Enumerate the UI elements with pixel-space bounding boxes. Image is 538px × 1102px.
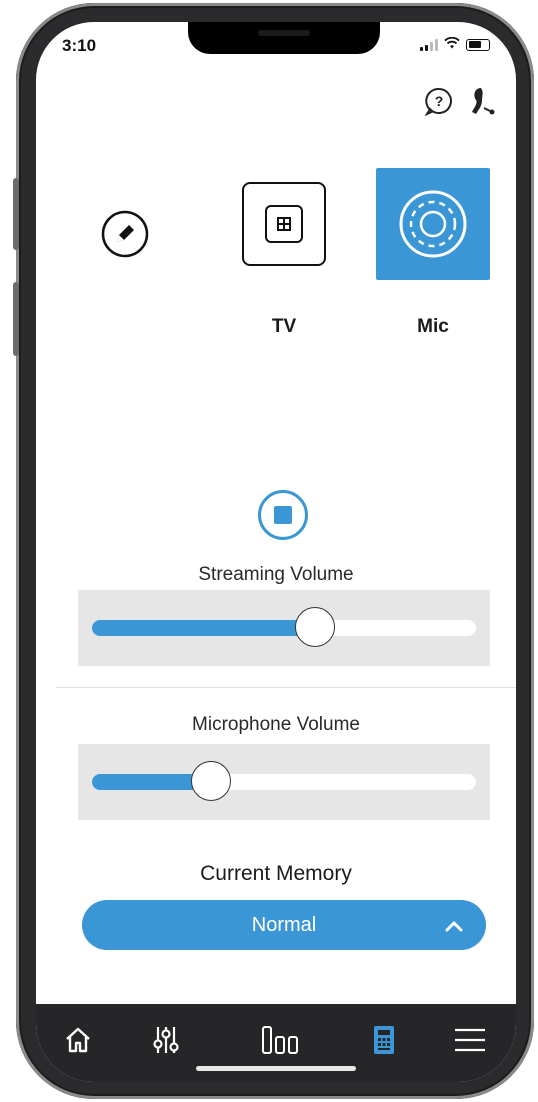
tab-adjust[interactable] bbox=[144, 1018, 188, 1062]
svg-text:?: ? bbox=[435, 93, 444, 109]
tab-home[interactable] bbox=[56, 1018, 100, 1062]
memory-value: Normal bbox=[251, 914, 317, 936]
remote-icon bbox=[374, 1026, 394, 1054]
status-icons bbox=[420, 36, 490, 52]
side-button-volume-up bbox=[13, 178, 19, 250]
app-screen: 3:10 ? TV Mic Streaming Volume Microphon… bbox=[36, 22, 516, 1082]
streaming-volume-fill bbox=[92, 620, 315, 636]
stop-icon bbox=[274, 506, 292, 524]
microphone-volume-slider[interactable] bbox=[78, 744, 490, 820]
hearing-aid-icon[interactable] bbox=[468, 86, 496, 116]
tv-icon bbox=[265, 205, 303, 243]
divider bbox=[56, 687, 516, 688]
source-selector: TV Mic bbox=[36, 166, 516, 337]
wifi-icon bbox=[444, 36, 460, 52]
tv-source-button[interactable] bbox=[242, 182, 326, 266]
home-indicator[interactable] bbox=[196, 1066, 356, 1071]
tab-remote[interactable] bbox=[362, 1018, 406, 1062]
streaming-volume-slider[interactable] bbox=[78, 590, 490, 666]
streaming-volume-track[interactable] bbox=[92, 607, 476, 647]
side-button-volume-down bbox=[13, 282, 19, 356]
current-memory-label: Current Memory bbox=[200, 862, 352, 885]
menu-icon bbox=[455, 1028, 485, 1052]
microphone-volume-track[interactable] bbox=[92, 761, 476, 801]
signal-icon bbox=[420, 38, 438, 51]
streaming-volume-label: Streaming Volume bbox=[198, 564, 354, 585]
tab-programs[interactable] bbox=[258, 1018, 302, 1062]
bars-icon bbox=[262, 1026, 298, 1054]
stop-streaming-button[interactable] bbox=[258, 490, 308, 540]
home-icon bbox=[66, 1027, 90, 1053]
notch bbox=[188, 22, 380, 54]
help-icon[interactable]: ? bbox=[424, 86, 454, 116]
mic-source-button[interactable] bbox=[376, 168, 490, 280]
streaming-volume-thumb[interactable] bbox=[294, 607, 335, 647]
edit-sources-button[interactable] bbox=[100, 209, 150, 259]
sliders-icon bbox=[153, 1027, 179, 1053]
microphone-volume-thumb[interactable] bbox=[191, 761, 232, 801]
tv-source-label: TV bbox=[271, 316, 297, 337]
chevron-up-icon bbox=[444, 900, 464, 969]
header-actions: ? bbox=[424, 86, 496, 116]
pencil-icon bbox=[101, 210, 149, 258]
mic-source-label: Mic bbox=[417, 316, 449, 337]
mic-icon bbox=[399, 190, 467, 258]
memory-select[interactable]: Normal bbox=[82, 900, 486, 950]
tab-menu[interactable] bbox=[448, 1018, 492, 1062]
battery-icon bbox=[466, 38, 490, 51]
microphone-volume-label: Microphone Volume bbox=[192, 714, 360, 735]
status-time: 3:10 bbox=[62, 36, 97, 55]
